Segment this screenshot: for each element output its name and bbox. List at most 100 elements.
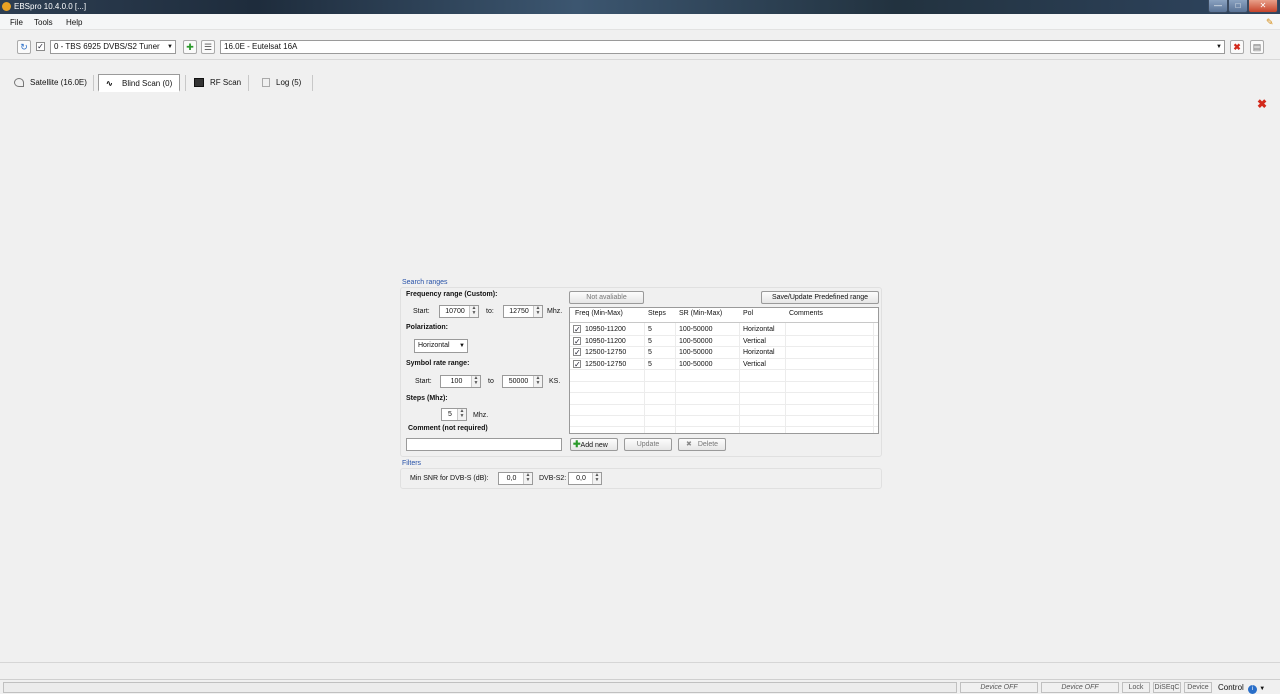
maximize-button[interactable]: □ bbox=[1228, 0, 1248, 13]
row-checkbox[interactable]: ✓ bbox=[573, 348, 581, 357]
tab-log[interactable]: Log (5) bbox=[262, 74, 301, 92]
title-bar: EBSpro 10.4.0.0 [...] — □ ✕ bbox=[0, 0, 1280, 14]
dvbs2-snr-input[interactable]: 0,0 ▲ ▼ bbox=[568, 472, 602, 485]
lock-status: Lock bbox=[1122, 682, 1150, 693]
control-menu[interactable]: Control i ▼ bbox=[1218, 683, 1265, 694]
column-header[interactable]: Steps bbox=[648, 310, 666, 317]
sr-end-input[interactable]: 50000 ▲ ▼ bbox=[502, 375, 543, 388]
cell-freq: 12500-12750 bbox=[585, 361, 627, 368]
spinner-arrows-icon[interactable]: ▲ ▼ bbox=[592, 473, 601, 484]
menu-help[interactable]: Help bbox=[66, 18, 82, 27]
add-new-button[interactable]: ✚Add new bbox=[570, 438, 618, 451]
cell-steps: 5 bbox=[648, 361, 652, 368]
steps-label: Steps (Mhz): bbox=[406, 395, 448, 402]
row-checkbox[interactable]: ✓ bbox=[573, 360, 581, 369]
tuner-select[interactable]: 0 - TBS 6925 DVBS/S2 Tuner ▼ bbox=[50, 40, 176, 54]
menu-bar: File Tools Help ✎ bbox=[0, 14, 1280, 30]
control-label: Control bbox=[1218, 683, 1244, 692]
cell-freq: 12500-12750 bbox=[585, 349, 627, 356]
spinner-arrows-icon[interactable]: ▲ ▼ bbox=[523, 473, 532, 484]
filters-title: Filters bbox=[402, 460, 422, 467]
column-header[interactable]: Comments bbox=[789, 310, 823, 317]
row-divider bbox=[570, 392, 878, 393]
bottom-divider bbox=[0, 662, 1280, 663]
chevron-down-icon: ▼ bbox=[459, 343, 465, 349]
polarization-select[interactable]: Horizontal ▼ bbox=[414, 339, 468, 353]
symbol-rate-label: Symbol rate range: bbox=[406, 360, 470, 367]
progress-bar bbox=[3, 682, 957, 693]
window-title: EBSpro 10.4.0.0 [...] bbox=[14, 2, 87, 11]
chevron-down-icon: ▼ bbox=[167, 44, 173, 50]
spinner-arrows-icon[interactable]: ▲ ▼ bbox=[469, 306, 478, 317]
column-header[interactable]: SR (Min-Max) bbox=[679, 310, 722, 317]
row-divider bbox=[570, 381, 878, 382]
device-status: Device bbox=[1184, 682, 1212, 693]
cell-freq: 10950-11200 bbox=[585, 326, 626, 333]
min-snr-input[interactable]: 0,0 ▲ ▼ bbox=[498, 472, 533, 485]
row-divider bbox=[570, 358, 878, 359]
delete-label: Delete bbox=[697, 441, 719, 448]
plus-icon: ✚ bbox=[573, 439, 581, 449]
row-divider bbox=[570, 404, 878, 405]
comment-label: Comment (not required) bbox=[408, 425, 488, 432]
tab-rf-scan[interactable]: RF Scan bbox=[194, 74, 241, 92]
tab-satellite[interactable]: Satellite (16.0E) bbox=[14, 74, 87, 92]
min-snr-label: Min SNR for DVB-S (dB): bbox=[410, 475, 489, 482]
start-label: Start: bbox=[413, 308, 430, 315]
tab-satellite-label: Satellite (16.0E) bbox=[30, 78, 87, 87]
spinner-arrows-icon[interactable]: ▲ ▼ bbox=[533, 306, 542, 317]
tab-divider bbox=[185, 75, 186, 91]
delete-icon: ✖ bbox=[685, 441, 692, 448]
spinner-arrows-icon[interactable]: ▲ ▼ bbox=[471, 376, 480, 387]
satellite-dish-icon bbox=[14, 78, 24, 88]
cell-pol: Horizontal bbox=[743, 326, 775, 333]
delete-icon[interactable]: ✖ bbox=[1230, 40, 1244, 54]
delete-button[interactable]: ✖ Delete bbox=[678, 438, 726, 451]
column-divider bbox=[873, 323, 874, 433]
frequency-end-input[interactable]: 12750 ▲ ▼ bbox=[503, 305, 543, 318]
min-snr-value: 0,0 bbox=[506, 475, 517, 482]
menu-file[interactable]: File bbox=[10, 18, 23, 27]
close-window-button[interactable]: ✕ bbox=[1248, 0, 1278, 13]
tab-log-label: Log (5) bbox=[276, 78, 302, 87]
frequency-start-input[interactable]: 10700 ▲ ▼ bbox=[439, 305, 479, 318]
device-status-2: Device OFF bbox=[1041, 682, 1119, 693]
frequency-end-value: 12750 bbox=[509, 308, 529, 315]
close-tab-icon[interactable]: ✖ bbox=[1257, 97, 1267, 111]
pin-icon[interactable]: ✎ bbox=[1266, 18, 1274, 27]
sr-start-label: Start: bbox=[415, 378, 432, 385]
update-button[interactable]: Update bbox=[624, 438, 672, 451]
row-checkbox[interactable]: ✓ bbox=[573, 325, 581, 334]
save-icon[interactable]: ▤ bbox=[1250, 40, 1264, 54]
sr-unit: KS. bbox=[549, 378, 561, 385]
sr-start-input[interactable]: 100 ▲ ▼ bbox=[440, 375, 481, 388]
row-divider bbox=[570, 346, 878, 347]
satellite-settings-icon[interactable]: ☰ bbox=[201, 40, 215, 54]
chevron-down-icon: ▼ bbox=[1259, 686, 1266, 692]
refresh-icon[interactable]: ↻ bbox=[17, 40, 31, 54]
device-status-1: Device OFF bbox=[960, 682, 1038, 693]
tab-blind-scan-label: Blind Scan (0) bbox=[122, 79, 173, 88]
minimize-button[interactable]: — bbox=[1208, 0, 1228, 13]
status-bar: Device OFF Device OFF Lock DiSEqC Device… bbox=[0, 679, 1280, 694]
add-new-label: Add new bbox=[580, 442, 608, 449]
add-satellite-icon[interactable]: ✚ bbox=[183, 40, 197, 54]
not-available-button[interactable]: Not avaliable bbox=[569, 291, 644, 304]
cell-steps: 5 bbox=[648, 349, 652, 356]
cell-freq: 10950-11200 bbox=[585, 338, 626, 345]
steps-input[interactable]: 5 ▲ ▼ bbox=[441, 408, 467, 421]
tab-blind-scan[interactable]: ∿ Blind Scan (0) bbox=[98, 74, 181, 92]
spinner-arrows-icon[interactable]: ▲ ▼ bbox=[457, 409, 466, 420]
column-header[interactable]: Pol bbox=[743, 310, 753, 317]
satellite-select[interactable]: 16.0E - Eutelsat 16A ▼ bbox=[220, 40, 1225, 54]
menu-tools[interactable]: Tools bbox=[34, 18, 53, 27]
column-divider bbox=[739, 323, 740, 433]
comment-input[interactable] bbox=[406, 438, 562, 451]
row-checkbox[interactable]: ✓ bbox=[573, 337, 581, 346]
tuner-checkbox[interactable]: ✓ bbox=[36, 42, 45, 51]
save-update-predefined-button[interactable]: Save/Update Predefined range bbox=[761, 291, 879, 304]
info-icon: i bbox=[1248, 685, 1258, 694]
spinner-arrows-icon[interactable]: ▲ ▼ bbox=[533, 376, 542, 387]
cell-pol: Vertical bbox=[743, 338, 766, 345]
column-header[interactable]: Freq (Min-Max) bbox=[575, 310, 623, 317]
